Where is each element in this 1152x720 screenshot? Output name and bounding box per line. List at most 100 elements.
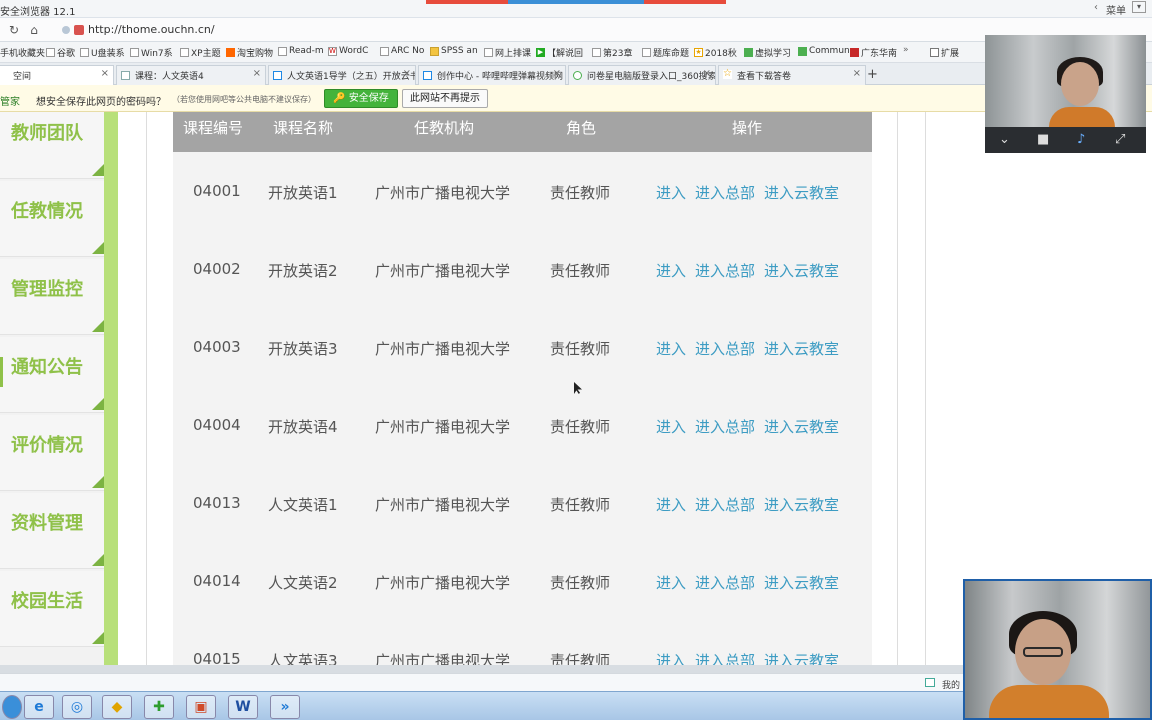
sidebar-item-notices[interactable]: 通知公告	[0, 337, 104, 413]
url-field[interactable]: http://thome.ouchn.cn/	[56, 21, 656, 39]
bookmark-item[interactable]: Win7系	[130, 46, 173, 59]
chevron-right-icon[interactable]: »	[903, 45, 909, 55]
page-icon	[850, 48, 859, 57]
secure-save-button[interactable]: 🔑 安全保存	[324, 89, 398, 108]
never-prompt-button[interactable]: 此网站不再提示	[402, 89, 488, 108]
webcam-person-body	[989, 685, 1109, 718]
enter-hq-link[interactable]: 进入总部	[695, 182, 755, 203]
header-course-name: 课程名称	[273, 119, 334, 137]
bookmark-item[interactable]: XP主题	[180, 46, 221, 59]
menu-button[interactable]: 菜单	[1106, 2, 1126, 17]
sidebar: 教师团队 任教情况 管理监控 通知公告 评价情况 资料管理 校园生活	[0, 112, 118, 665]
start-orb-icon[interactable]	[2, 695, 22, 719]
bookmark-item[interactable]: ▶ 【解说回	[536, 46, 583, 59]
enter-link[interactable]: 进入	[656, 494, 686, 515]
sidebar-item-materials[interactable]: 资料管理	[0, 493, 104, 569]
sidebar-item-teacher-team[interactable]: 教师团队	[0, 112, 104, 179]
enter-hq-link[interactable]: 进入总部	[695, 572, 755, 593]
tab-download[interactable]: ☆ 查看下载答卷 ×	[718, 65, 866, 85]
enter-hq-link[interactable]: 进入总部	[695, 338, 755, 359]
minimize-icon[interactable]: ▾	[1132, 1, 1146, 13]
bookmark-item[interactable]: 网上排课	[484, 46, 531, 59]
bookmark-item[interactable]: Commun	[798, 46, 850, 56]
microphone-icon[interactable]: ♪	[1077, 132, 1085, 147]
tv-icon	[273, 71, 282, 80]
webcam-preview-large[interactable]	[963, 579, 1152, 720]
enter-cloud-classroom-link[interactable]: 进入云教室	[764, 494, 839, 515]
enter-cloud-classroom-link[interactable]: 进入云教室	[764, 650, 839, 665]
enter-hq-link[interactable]: 进入总部	[695, 416, 755, 437]
corner-triangle-icon	[92, 398, 104, 410]
close-icon[interactable]: ×	[553, 68, 561, 79]
bookmark-item[interactable]: 虚拟学习	[744, 46, 791, 59]
bookmark-item[interactable]: W WordC	[328, 46, 368, 56]
back-arrow-icon[interactable]: ‹	[1094, 2, 1098, 13]
title-accent-red-2	[644, 0, 726, 4]
enter-cloud-classroom-link[interactable]: 进入云教室	[764, 338, 839, 359]
office-icon[interactable]: ▣	[186, 695, 216, 719]
bookmark-item[interactable]: Read-m	[278, 46, 324, 56]
refresh-icon[interactable]: ↻	[6, 22, 22, 38]
leaf-icon	[744, 48, 753, 57]
bookmark-extensions[interactable]: 扩展	[930, 46, 959, 59]
enter-link[interactable]: 进入	[656, 572, 686, 593]
enter-cloud-classroom-link[interactable]: 进入云教室	[764, 572, 839, 593]
enter-hq-link[interactable]: 进入总部	[695, 260, 755, 281]
package-icon[interactable]: ◆	[102, 695, 132, 719]
word-icon[interactable]: W	[228, 695, 258, 719]
expand-icon[interactable]: ⤢	[1115, 132, 1125, 147]
sidebar-item-campus[interactable]: 校园生活	[0, 571, 104, 647]
bookmark-item[interactable]: 广东华南	[850, 46, 897, 59]
enter-link[interactable]: 进入	[656, 260, 686, 281]
remote-icon[interactable]: »	[270, 695, 300, 719]
bookmark-item[interactable]: U盘装系	[80, 46, 125, 59]
ie-icon[interactable]: e	[24, 695, 54, 719]
enter-link[interactable]: 进入	[656, 650, 686, 665]
tab-guide[interactable]: 人文英语1导学（之五）开放云书 ×	[268, 65, 416, 85]
bookmarks-bar: 手机收藏夹 谷歌 U盘装系 Win7系 XP主题 淘宝购物 Read-m W Wo…	[0, 42, 1152, 63]
close-icon[interactable]: ×	[253, 68, 261, 79]
sidebar-item-teaching[interactable]: 任教情况	[0, 181, 104, 257]
security-plus-icon[interactable]: ✚	[144, 695, 174, 719]
enter-hq-link[interactable]: 进入总部	[695, 494, 755, 515]
enter-cloud-classroom-link[interactable]: 进入云教室	[764, 416, 839, 437]
bookmark-item[interactable]: 手机收藏夹	[0, 46, 45, 59]
bookmark-item[interactable]: 第23章	[592, 46, 632, 59]
corner-triangle-icon	[92, 632, 104, 644]
close-icon[interactable]: ×	[403, 68, 411, 79]
close-icon[interactable]: ×	[853, 68, 861, 79]
home-icon[interactable]: ⌂	[26, 22, 42, 38]
tab-bilibili[interactable]: 创作中心 - 哔哩哔哩弹幕视频网 ×	[418, 65, 566, 85]
enter-link[interactable]: 进入	[656, 338, 686, 359]
password-save-bar: 管家 想安全保存此网页的密码吗？ （若您使用网吧等公共电脑不建议保存） 🔑 安全…	[0, 85, 1152, 112]
enter-cloud-classroom-link[interactable]: 进入云教室	[764, 260, 839, 281]
corner-triangle-icon	[92, 164, 104, 176]
bookmark-item[interactable]: SPSS an	[430, 46, 478, 56]
chevron-down-icon[interactable]: ⌄	[999, 132, 1010, 147]
bookmark-item[interactable]: 淘宝购物	[226, 46, 273, 59]
page-icon	[592, 48, 601, 57]
webcam-preview-small[interactable]: ⌄ ■ ♪ ⤢	[985, 35, 1146, 153]
tab-wjx[interactable]: 问卷星电脑版登录入口_360搜索 ×	[568, 65, 716, 85]
close-icon[interactable]: ×	[703, 68, 711, 79]
save-question: 想安全保存此网页的密码吗？	[36, 97, 166, 108]
sidebar-item-evaluation[interactable]: 评价情况	[0, 415, 104, 491]
tab-course[interactable]: 课程：人文英语4 ×	[116, 65, 266, 85]
new-tab-button[interactable]: +	[867, 67, 878, 82]
browser-icon[interactable]: ◎	[62, 695, 92, 719]
corner-triangle-icon	[92, 320, 104, 332]
tab-space[interactable]: 空间 ×	[0, 65, 114, 85]
enter-link[interactable]: 进入	[656, 416, 686, 437]
enter-link[interactable]: 进入	[656, 182, 686, 203]
page-icon	[80, 48, 89, 57]
sidebar-item-monitoring[interactable]: 管理监控	[0, 259, 104, 335]
page-icon	[642, 48, 651, 57]
bookmark-item[interactable]: 谷歌	[46, 46, 75, 59]
bookmark-item[interactable]: 题库命题	[642, 46, 689, 59]
bookmark-item[interactable]: ★ 2018秋	[694, 46, 737, 59]
close-icon[interactable]: ×	[101, 68, 109, 79]
camera-icon[interactable]: ■	[1037, 132, 1049, 147]
enter-cloud-classroom-link[interactable]: 进入云教室	[764, 182, 839, 203]
bookmark-item[interactable]: ARC No	[380, 46, 424, 56]
enter-hq-link[interactable]: 进入总部	[695, 650, 755, 665]
